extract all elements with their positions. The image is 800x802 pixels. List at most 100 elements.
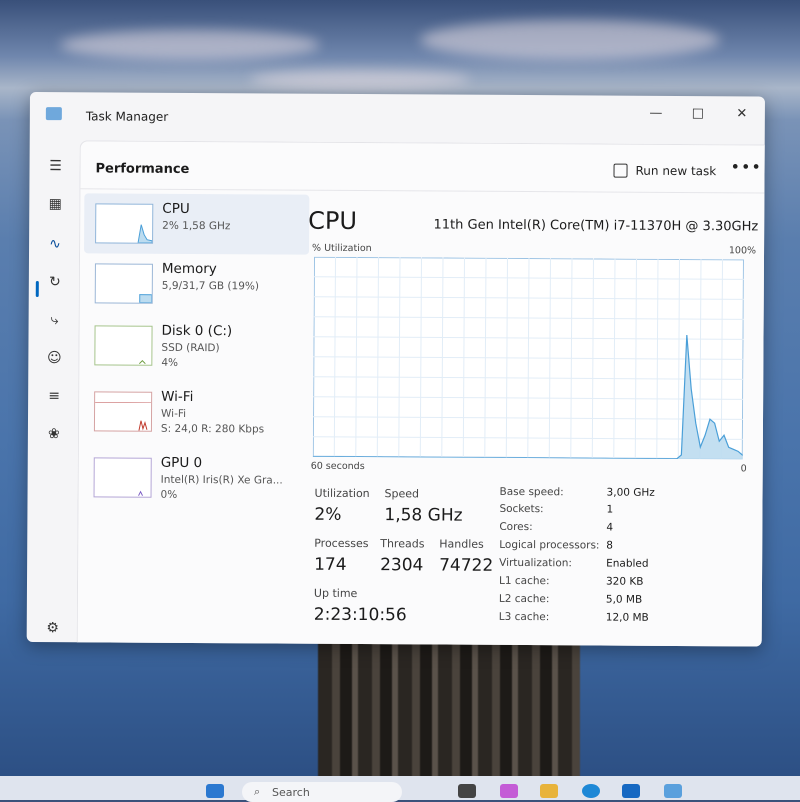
- speed-value: 1,58 GHz: [384, 505, 462, 525]
- device-cpu[interactable]: CPU 2% 1,58 GHz: [84, 193, 309, 254]
- device-sub2: 0%: [161, 489, 178, 501]
- taskview-icon[interactable]: [458, 784, 476, 798]
- nav-active-indicator: [36, 281, 39, 297]
- spec-key: Base speed:: [500, 486, 564, 498]
- copilot-icon[interactable]: [500, 784, 518, 798]
- device-sub: Wi-Fi: [161, 408, 186, 420]
- start-icon[interactable]: [206, 784, 224, 798]
- spec-value: Enabled: [606, 558, 649, 570]
- graph-time-label: 60 seconds: [311, 461, 365, 472]
- spec-value: 1: [606, 504, 613, 516]
- edge-icon[interactable]: [582, 784, 600, 798]
- disk-thumbnail-graph: [95, 326, 151, 364]
- speed-label: Speed: [385, 487, 420, 500]
- startup-apps-icon[interactable]: ⤷: [43, 308, 67, 332]
- spec-value: 12,0 MB: [606, 612, 649, 624]
- detail-title: CPU: [308, 207, 357, 235]
- settings-gear-icon[interactable]: ⚙: [41, 616, 65, 640]
- gpu-thumbnail: [94, 457, 152, 497]
- device-name: CPU: [162, 201, 190, 217]
- device-gpu[interactable]: GPU 0 Intel(R) Iris(R) Xe Gra... 0%: [82, 447, 307, 508]
- cpu-model: 11th Gen Intel(R) Core(TM) i7-11370H @ 3…: [433, 217, 758, 234]
- users-icon[interactable]: ☺: [42, 346, 66, 370]
- graph-zero-label: 0: [741, 463, 747, 474]
- handles-value: 74722: [439, 556, 493, 576]
- spec-key: Cores:: [499, 521, 532, 533]
- device-sub: 2% 1,58 GHz: [162, 220, 230, 232]
- taskmanager-taskbar-icon[interactable]: [664, 784, 682, 798]
- explorer-icon[interactable]: [540, 784, 558, 798]
- spec-value: 3,00 GHz: [607, 487, 655, 499]
- spec-value: 320 KB: [606, 576, 644, 588]
- task-manager-window: Task Manager — □ ✕ ☰ ▦ ∿ ↻ ⤷ ☺ ≡ ❀ ⚙ Per…: [27, 92, 765, 646]
- window-title: Task Manager: [86, 109, 168, 124]
- wallpaper-pier: [318, 640, 580, 780]
- cpu-detail-panel: CPU 11th Gen Intel(R) Core(TM) i7-11370H…: [306, 195, 759, 647]
- device-sub2: S: 24,0 R: 280 Kbps: [161, 423, 264, 436]
- wifi-thumbnail-graph: [95, 392, 151, 430]
- spec-key: L2 cache:: [499, 593, 550, 605]
- device-disk[interactable]: Disk 0 (C:) SSD (RAID) 4%: [83, 315, 308, 376]
- maximize-button[interactable]: □: [678, 102, 718, 126]
- threads-label: Threads: [380, 537, 424, 550]
- cpu-utilization-graph: [313, 257, 744, 460]
- performance-icon[interactable]: ∿: [43, 232, 67, 256]
- spec-key: Logical processors:: [499, 539, 599, 552]
- minimize-button[interactable]: —: [636, 102, 676, 126]
- cloud: [60, 30, 320, 60]
- search-icon: ⌕: [254, 785, 260, 799]
- utilization-axis-label: % Utilization: [312, 243, 372, 254]
- hamburger-menu-icon[interactable]: ☰: [43, 154, 67, 178]
- uptime-value: 2:23:10:56: [314, 605, 407, 626]
- device-sub: Intel(R) Iris(R) Xe Gra...: [161, 474, 283, 487]
- handles-label: Handles: [439, 538, 484, 551]
- details-icon[interactable]: ≡: [42, 384, 66, 408]
- cloud: [420, 20, 720, 60]
- spec-key: L1 cache:: [499, 575, 550, 587]
- more-options-button[interactable]: •••: [730, 157, 761, 176]
- task-manager-icon: [46, 107, 62, 120]
- uptime-label: Up time: [314, 587, 357, 600]
- memory-thumbnail: [95, 263, 153, 303]
- spec-key: Virtualization:: [499, 557, 572, 569]
- services-icon[interactable]: ❀: [42, 422, 66, 446]
- cpu-thumbnail: [95, 203, 153, 243]
- threads-value: 2304: [380, 555, 423, 575]
- device-name: Memory: [162, 261, 217, 277]
- device-memory[interactable]: Memory 5,9/31,7 GB (19%): [84, 253, 309, 314]
- taskbar-search[interactable]: ⌕ Search: [242, 782, 402, 802]
- app-history-icon[interactable]: ↻: [43, 270, 67, 294]
- utilization-value: 2%: [314, 505, 341, 525]
- title-bar: Task Manager — □ ✕: [30, 92, 765, 140]
- header-divider: [80, 188, 765, 193]
- cloud: [250, 70, 470, 90]
- device-name: GPU 0: [161, 455, 202, 471]
- utilization-max-label: 100%: [729, 245, 756, 256]
- outlook-icon[interactable]: [622, 784, 640, 798]
- processes-label: Processes: [314, 537, 368, 550]
- device-wifi[interactable]: Wi-Fi Wi-Fi S: 24,0 R: 280 Kbps: [83, 381, 308, 442]
- spec-value: 5,0 MB: [606, 594, 642, 606]
- processes-icon[interactable]: ▦: [43, 192, 67, 216]
- device-list: CPU 2% 1,58 GHz Memory 5,9/31,7 GB (19%)…: [80, 193, 305, 194]
- device-sub: SSD (RAID): [161, 342, 219, 354]
- device-sub: 5,9/31,7 GB (19%): [162, 280, 259, 293]
- close-button[interactable]: ✕: [722, 102, 762, 126]
- run-new-task-label: Run new task: [635, 164, 716, 178]
- search-label: Search: [272, 786, 310, 799]
- disk-thumbnail: [94, 325, 152, 365]
- device-name: Disk 0 (C:): [161, 323, 232, 339]
- performance-page: Performance Run new task ••• CPU 2% 1,58…: [77, 140, 765, 646]
- nav-rail: ☰ ▦ ∿ ↻ ⤷ ☺ ≡ ❀ ⚙: [27, 136, 80, 642]
- spec-key: L3 cache:: [499, 611, 550, 623]
- utilization-label: Utilization: [315, 487, 370, 500]
- wifi-thumbnail: [94, 391, 152, 431]
- device-sub2: 4%: [161, 357, 178, 369]
- gpu-thumbnail-graph: [95, 458, 151, 496]
- spec-key: Sockets:: [499, 503, 543, 515]
- memory-thumbnail-graph: [96, 264, 152, 302]
- run-task-icon: [613, 164, 627, 178]
- page-title: Performance: [95, 161, 189, 177]
- spec-value: 8: [606, 540, 613, 552]
- run-new-task-button[interactable]: Run new task: [613, 159, 716, 184]
